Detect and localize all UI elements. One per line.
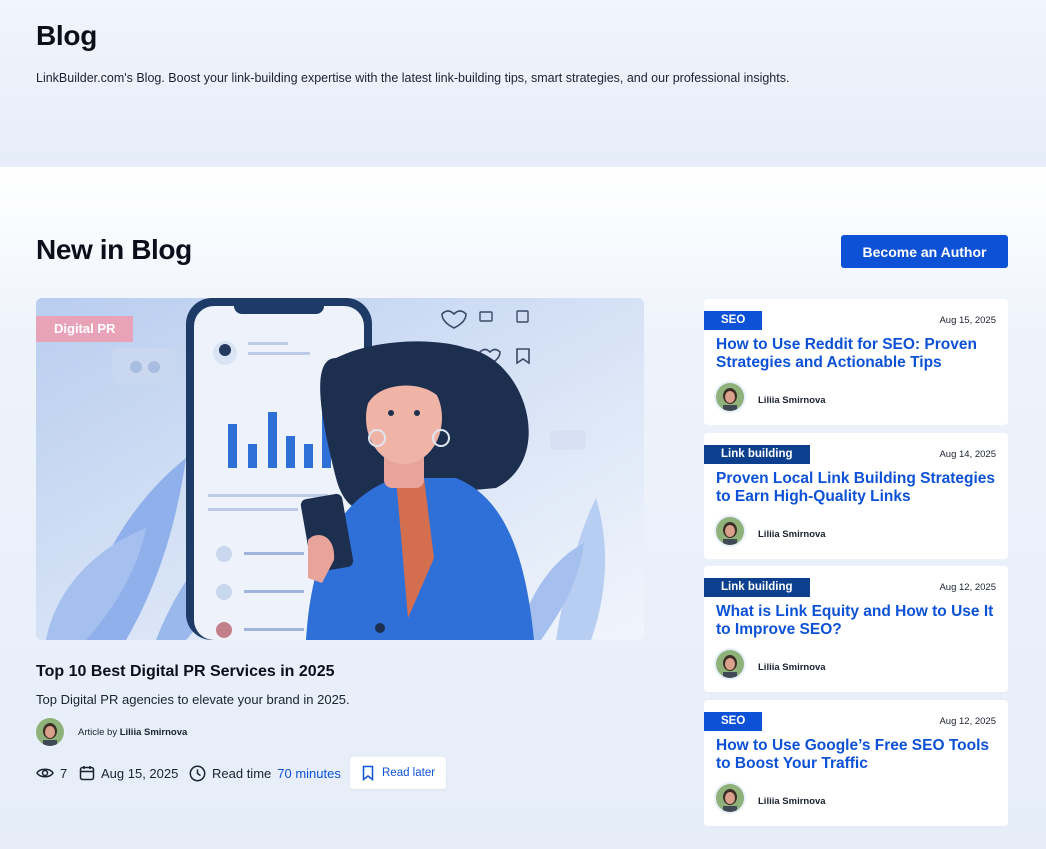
card-tag[interactable]: SEO xyxy=(704,712,763,731)
article-card[interactable]: Link building Aug 12, 2025 What is Link … xyxy=(704,566,1008,692)
author-photo xyxy=(716,383,744,411)
avatar[interactable] xyxy=(714,515,746,547)
author-photo xyxy=(36,718,64,746)
card-author[interactable]: Liliia Smirnova xyxy=(758,529,826,540)
avatar[interactable] xyxy=(34,716,66,748)
read-later-label: Read later xyxy=(382,767,436,779)
featured-illustration xyxy=(36,298,644,640)
avatar[interactable] xyxy=(714,381,746,413)
views-value: 7 xyxy=(60,765,68,781)
card-date: Aug 12, 2025 xyxy=(939,582,996,593)
featured-tag[interactable]: Digital PR xyxy=(36,316,134,342)
card-title[interactable]: What is Link Equity and How to Use It to… xyxy=(716,603,1000,639)
article-card[interactable]: SEO Aug 15, 2025 How to Use Reddit for S… xyxy=(704,299,1008,425)
page-title: Blog xyxy=(36,20,98,51)
card-author[interactable]: Liliia Smirnova xyxy=(758,395,826,406)
card-tag[interactable]: SEO xyxy=(704,311,763,330)
card-title[interactable]: Proven Local Link Building Strategies to… xyxy=(716,470,1000,506)
date-value: Aug 15, 2025 xyxy=(101,765,179,781)
featured-title[interactable]: Top 10 Best Digital PR Services in 2025 xyxy=(36,663,335,681)
card-title[interactable]: How to Use Reddit for SEO: Proven Strate… xyxy=(716,336,1000,372)
featured-author[interactable]: Article by Liliia Smirnova xyxy=(78,727,187,738)
card-tag[interactable]: Link building xyxy=(704,445,810,464)
avatar[interactable] xyxy=(714,648,746,680)
author-photo xyxy=(716,517,744,545)
bookmark-icon xyxy=(362,765,374,781)
featured-article-image[interactable] xyxy=(36,298,644,640)
featured-description: Top Digital PR agencies to elevate your … xyxy=(36,692,350,707)
read-time: Read time 70 minutes xyxy=(189,762,341,784)
card-author[interactable]: Liliia Smirnova xyxy=(758,662,826,673)
card-date: Aug 12, 2025 xyxy=(939,716,996,727)
read-time-value: 70 minutes xyxy=(277,765,341,781)
publish-date: Aug 15, 2025 xyxy=(79,762,178,784)
read-time-label: Read time xyxy=(212,765,272,781)
author-photo xyxy=(716,784,744,812)
card-date: Aug 15, 2025 xyxy=(939,315,996,326)
views-count: 7 xyxy=(36,762,67,784)
eye-icon xyxy=(36,768,54,778)
card-title[interactable]: How to Use Google’s Free SEO Tools to Bo… xyxy=(716,737,1000,773)
avatar[interactable] xyxy=(714,782,746,814)
page-description: LinkBuilder.com's Blog. Boost your link-… xyxy=(36,71,790,85)
author-prefix: Article by xyxy=(78,727,118,738)
section-title: New in Blog xyxy=(36,234,192,265)
author-name: Liliia Smirnova xyxy=(119,727,188,738)
article-card[interactable]: SEO Aug 12, 2025 How to Use Google’s Fre… xyxy=(704,700,1008,826)
page-header: Blog LinkBuilder.com's Blog. Boost your … xyxy=(0,0,1046,167)
article-card[interactable]: Link building Aug 14, 2025 Proven Local … xyxy=(704,433,1008,559)
card-author[interactable]: Liliia Smirnova xyxy=(758,796,826,807)
read-later-button[interactable]: Read later xyxy=(350,757,446,789)
become-author-button[interactable]: Become an Author xyxy=(841,235,1008,268)
calendar-icon xyxy=(79,766,95,781)
clock-icon xyxy=(189,765,206,781)
author-photo xyxy=(716,650,744,678)
card-tag[interactable]: Link building xyxy=(704,578,810,597)
card-date: Aug 14, 2025 xyxy=(939,449,996,460)
